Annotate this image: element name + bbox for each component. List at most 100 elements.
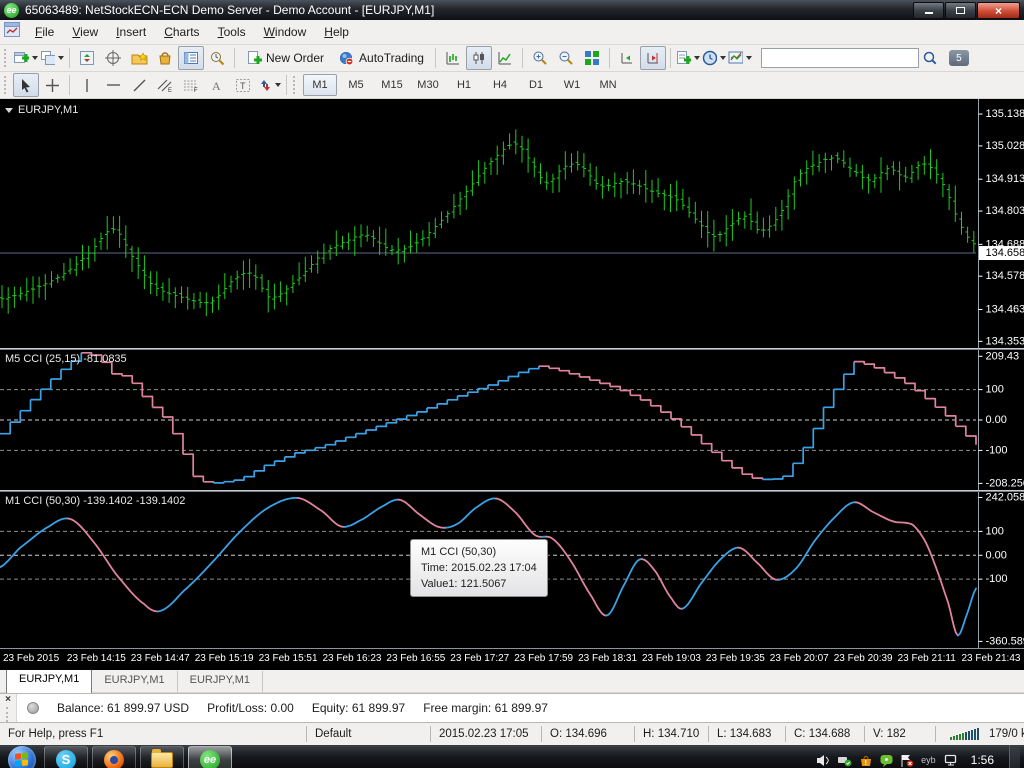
time-axis-label: 23 Feb 17:27 xyxy=(450,653,509,664)
app-logo-icon: ee xyxy=(4,3,19,18)
bar-chart-mode-button[interactable] xyxy=(440,46,466,70)
taskbar-mt4-button[interactable]: ee xyxy=(188,746,232,768)
symbol-label[interactable]: EURJPY,M1 xyxy=(5,104,78,116)
timeframe-m1[interactable]: M1 xyxy=(303,74,337,96)
status-cell: L: 134.683 xyxy=(708,726,785,742)
terminal-info-segment: Equity: 61 899.97 xyxy=(312,701,405,715)
action-center-flag-icon[interactable] xyxy=(900,754,914,767)
indicators-button[interactable] xyxy=(675,46,701,70)
search-button[interactable] xyxy=(919,46,941,70)
chart-tab[interactable]: EURJPY,M1 xyxy=(178,671,263,692)
new-chart-button[interactable] xyxy=(13,46,39,70)
minimize-button[interactable] xyxy=(913,2,944,19)
history-center-button[interactable] xyxy=(152,46,178,70)
crosshair-tool-button[interactable] xyxy=(39,73,65,97)
svg-text:-360.5897: -360.5897 xyxy=(986,635,1024,647)
timeframe-m30[interactable]: M30 xyxy=(411,74,445,96)
volume-icon[interactable] xyxy=(816,754,830,767)
market-watch-button[interactable] xyxy=(74,46,100,70)
taskbar-firefox-button[interactable] xyxy=(92,746,136,768)
tray-app-icon[interactable]: eyb xyxy=(921,755,936,765)
templates-button[interactable] xyxy=(727,46,753,70)
menu-item-charts[interactable]: Charts xyxy=(155,22,208,42)
svg-text:F: F xyxy=(194,88,198,93)
menu-item-insert[interactable]: Insert xyxy=(107,22,155,42)
timeframe-d1[interactable]: D1 xyxy=(519,74,553,96)
vertical-line-tool-button[interactable] xyxy=(74,73,100,97)
community-chat-badge[interactable]: 5 xyxy=(949,50,969,66)
text-tool-button[interactable]: A xyxy=(204,73,230,97)
menu-item-window[interactable]: Window xyxy=(255,22,316,42)
status-cell: H: 134.710 xyxy=(634,726,708,742)
cursor-tool-button[interactable] xyxy=(13,73,39,97)
fibonacci-tool-button[interactable]: F xyxy=(178,73,204,97)
terminal-info-segment: Free margin: 61 899.97 xyxy=(423,701,548,715)
timeframe-w1[interactable]: W1 xyxy=(555,74,589,96)
time-axis-label: 23 Feb 15:51 xyxy=(259,653,318,664)
terminal-close-icon[interactable]: × xyxy=(5,695,11,705)
timeframe-h4[interactable]: H4 xyxy=(483,74,517,96)
new-order-button[interactable]: New Order xyxy=(239,46,331,70)
time-axis[interactable]: 23 Feb 201523 Feb 14:1523 Feb 14:4723 Fe… xyxy=(0,648,1024,670)
chart-area[interactable]: 135.138135.028134.913134.803134.688134.5… xyxy=(0,99,1024,648)
terminal-grip[interactable] xyxy=(6,707,10,722)
search-input[interactable] xyxy=(761,48,919,68)
chevron-down-icon xyxy=(5,108,13,113)
navigator-button[interactable] xyxy=(126,46,152,70)
taskbar-explorer-button[interactable] xyxy=(140,746,184,768)
firefox-icon xyxy=(104,750,124,768)
data-window-button[interactable] xyxy=(100,46,126,70)
usb-device-icon[interactable] xyxy=(837,754,852,767)
price-axis: 135.138135.028134.913134.803134.688134.5… xyxy=(979,99,1024,648)
svg-text:100: 100 xyxy=(986,384,1004,396)
restore-button[interactable] xyxy=(945,2,976,19)
chart-shift-button[interactable] xyxy=(640,46,666,70)
horizontal-line-tool-button[interactable] xyxy=(100,73,126,97)
equidistant-channel-tool-button[interactable]: E xyxy=(152,73,178,97)
timeframe-m5[interactable]: M5 xyxy=(339,74,373,96)
line-chart-mode-button[interactable] xyxy=(492,46,518,70)
svg-text:134.463: 134.463 xyxy=(986,303,1024,315)
strategy-tester-button[interactable] xyxy=(204,46,230,70)
text-label-tool-button[interactable]: T xyxy=(230,73,256,97)
taskbar-skype-button[interactable]: S xyxy=(44,746,88,768)
terminal-button[interactable] xyxy=(178,46,204,70)
trendline-tool-button[interactable] xyxy=(126,73,152,97)
taskbar-clock[interactable]: 1:56 xyxy=(971,753,994,767)
chart-tabs-bar: EURJPY,M1EURJPY,M1EURJPY,M1 xyxy=(0,670,1024,693)
zoom-in-button[interactable] xyxy=(527,46,553,70)
tile-windows-button[interactable] xyxy=(579,46,605,70)
timeframe-h1[interactable]: H1 xyxy=(447,74,481,96)
network-icon[interactable] xyxy=(943,754,958,767)
candlestick-mode-button[interactable] xyxy=(466,46,492,70)
zoom-out-button[interactable] xyxy=(553,46,579,70)
toolbar-grip[interactable] xyxy=(293,76,298,94)
toolbar-grip[interactable] xyxy=(4,76,9,94)
start-button[interactable] xyxy=(8,746,36,768)
application-window: ee 65063489: NetStockECN-ECN Demo Server… xyxy=(0,0,1024,768)
toolbar-grip[interactable] xyxy=(4,49,9,67)
time-axis-label: 23 Feb 14:15 xyxy=(67,653,126,664)
close-button[interactable]: × xyxy=(977,2,1020,19)
account-status-icon xyxy=(27,702,39,714)
time-axis-label: 23 Feb 18:31 xyxy=(578,653,637,664)
menu-item-tools[interactable]: Tools xyxy=(209,22,255,42)
show-desktop-button[interactable] xyxy=(1009,745,1020,768)
chart-tab[interactable]: EURJPY,M1 xyxy=(6,669,92,693)
menu-item-view[interactable]: View xyxy=(63,22,107,42)
auto-scroll-button[interactable] xyxy=(614,46,640,70)
timeframe-mn[interactable]: MN xyxy=(591,74,625,96)
profiles-button[interactable] xyxy=(39,46,65,70)
periods-button[interactable] xyxy=(701,46,727,70)
timeframe-m15[interactable]: M15 xyxy=(375,74,409,96)
chart-tab[interactable]: EURJPY,M1 xyxy=(92,671,177,692)
autotrading-button[interactable]: AutoTrading xyxy=(331,46,431,70)
time-axis-label: 23 Feb 2015 xyxy=(3,653,59,664)
update-notifier-icon[interactable]: ! xyxy=(859,754,873,767)
menu-item-file[interactable]: File xyxy=(26,22,63,42)
menu-item-help[interactable]: Help xyxy=(315,22,358,42)
timeframe-toolbar: M1M5M15M30H1H4D1W1MN xyxy=(302,74,626,96)
messenger-icon[interactable] xyxy=(880,754,893,767)
arrows-tool-button[interactable] xyxy=(256,73,282,97)
dropdown-caret-icon xyxy=(694,56,700,60)
